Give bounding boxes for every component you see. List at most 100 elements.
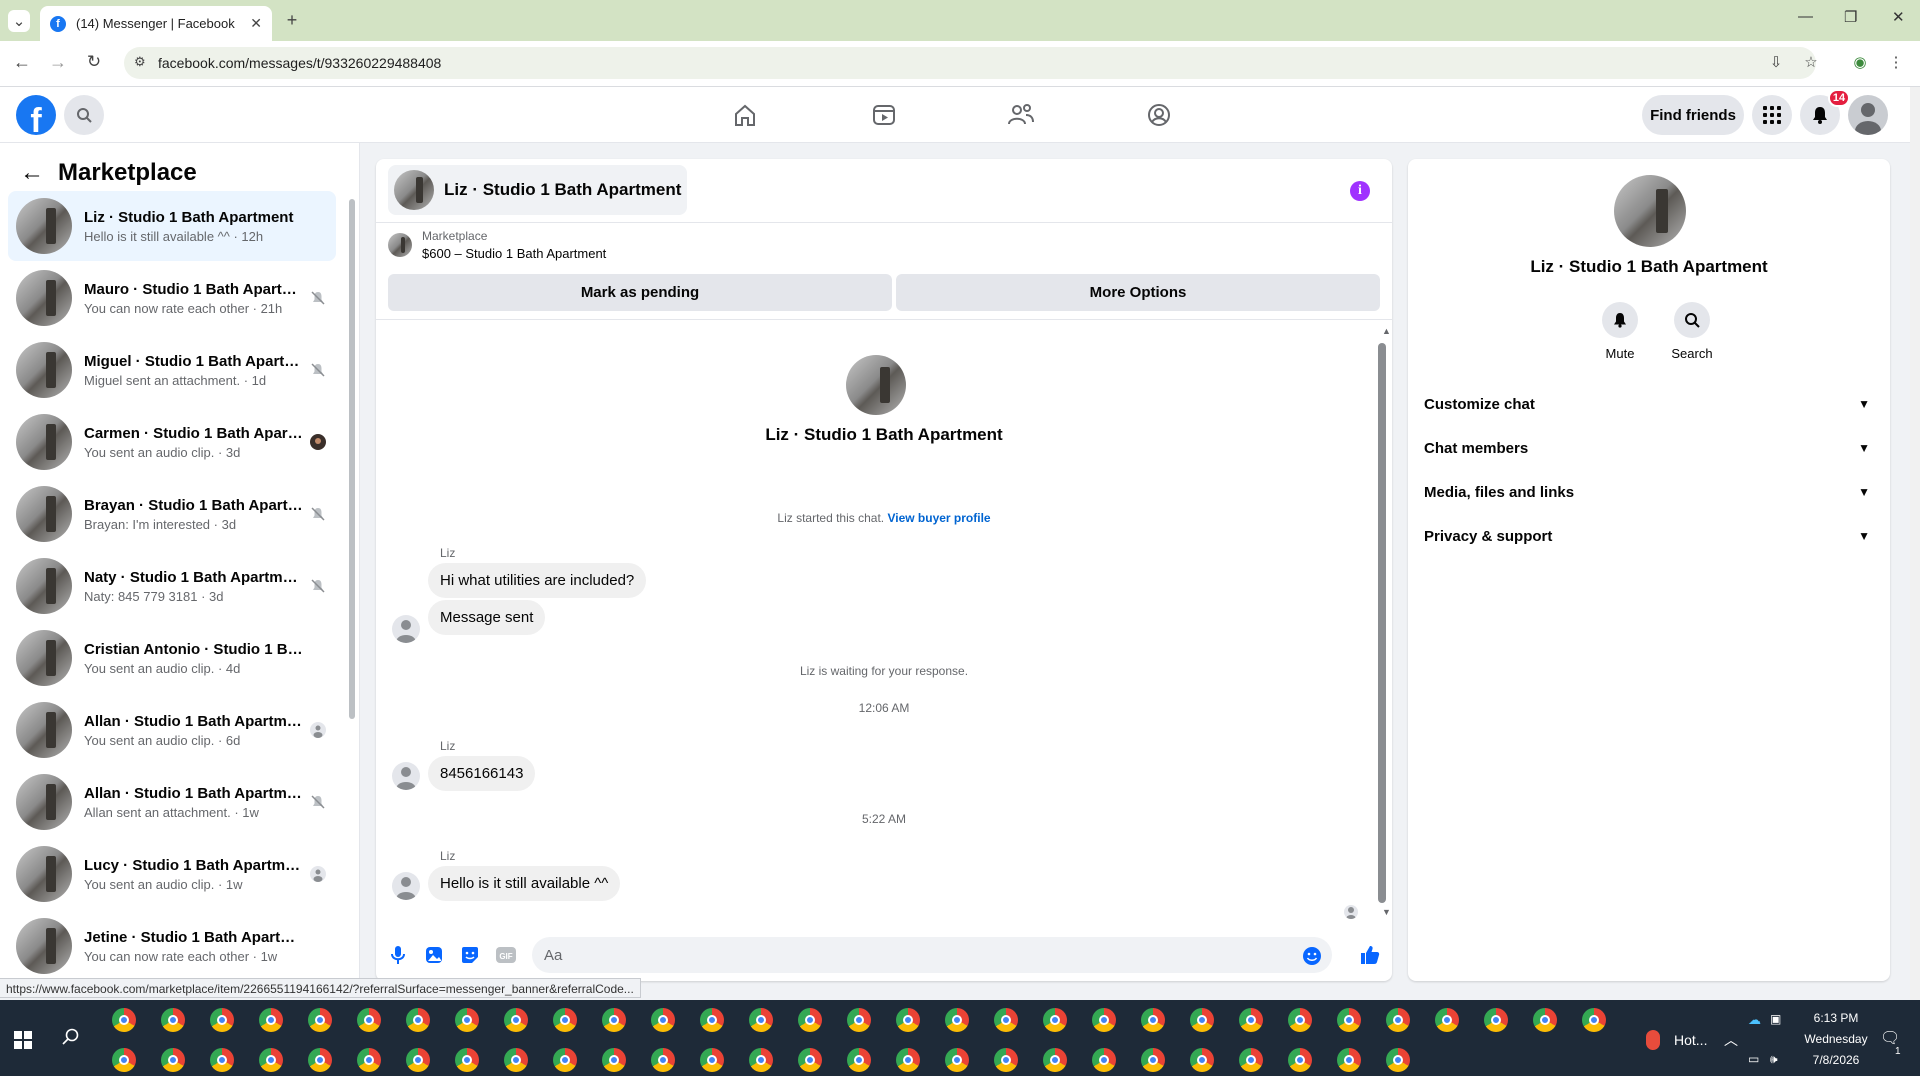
conversation-item[interactable]: Naty · Studio 1 Bath Apartment Naty: 845 … — [8, 551, 336, 621]
back-icon[interactable]: ← — [12, 52, 32, 72]
sender-avatar-icon[interactable] — [392, 615, 420, 643]
photo-icon[interactable] — [424, 945, 444, 965]
taskbar-browser-icon[interactable] — [1386, 1048, 1410, 1072]
taskbar-browser-icon[interactable] — [308, 1048, 332, 1072]
site-info-icon[interactable]: ⚙ — [134, 54, 146, 70]
taskbar-browser-icon[interactable] — [259, 1008, 283, 1032]
sidebar-scrollbar[interactable] — [349, 199, 355, 719]
scroll-up-icon[interactable]: ▲ — [1382, 326, 1391, 336]
facebook-logo[interactable]: f — [16, 95, 56, 135]
microphone-icon[interactable] — [388, 945, 408, 965]
taskbar-browser-icon[interactable] — [700, 1048, 724, 1072]
bookmark-star-icon[interactable]: ☆ — [1801, 52, 1821, 72]
taskbar-browser-icon[interactable] — [847, 1008, 871, 1032]
minimize-icon[interactable]: — — [1798, 8, 1813, 25]
more-options-button[interactable]: More Options — [896, 274, 1380, 311]
taskbar-browser-icon[interactable] — [161, 1048, 185, 1072]
listing-title[interactable]: $600 – Studio 1 Bath Apartment — [422, 246, 606, 261]
onedrive-icon[interactable]: ☁ — [1748, 1012, 1761, 1028]
clock-date[interactable]: 7/8/2026 — [1796, 1053, 1876, 1067]
message-bubble[interactable]: Hi what utilities are included? — [428, 563, 647, 598]
taskbar-browser-icon[interactable] — [112, 1008, 136, 1032]
message-bubble[interactable]: 8456166143 — [428, 756, 536, 791]
conversation-item[interactable]: Carmen · Studio 1 Bath Apart... You sent … — [8, 407, 336, 477]
close-window-icon[interactable]: ✕ — [1892, 8, 1905, 26]
conversation-item[interactable]: Allan · Studio 1 Bath Apartment Allan sen… — [8, 767, 336, 837]
friends-nav-icon[interactable] — [1005, 101, 1037, 129]
taskbar-browser-icon[interactable] — [455, 1048, 479, 1072]
taskbar-browser-icon[interactable] — [406, 1008, 430, 1032]
taskbar-browser-icon[interactable] — [1288, 1048, 1312, 1072]
taskbar-browser-icon[interactable] — [308, 1008, 332, 1032]
taskbar-browser-icon[interactable] — [406, 1048, 430, 1072]
conversation-item[interactable]: Jetine · Studio 1 Bath Apartment You can … — [8, 911, 336, 981]
sticker-icon[interactable] — [460, 945, 480, 965]
taskbar-browser-icon[interactable] — [994, 1008, 1018, 1032]
taskbar-browser-icon[interactable] — [210, 1048, 234, 1072]
fb-search-button[interactable] — [64, 95, 104, 135]
search-action[interactable]: Search — [1662, 302, 1722, 361]
taskbar-browser-icon[interactable] — [1239, 1048, 1263, 1072]
conversation-item[interactable]: Allan · Studio 1 Bath Apartment You sent … — [8, 695, 336, 765]
conversation-item[interactable]: Lucy · Studio 1 Bath Apartment You sent a… — [8, 839, 336, 909]
taskbar-browser-icon[interactable] — [1141, 1048, 1165, 1072]
taskbar-browser-icon[interactable] — [455, 1008, 479, 1032]
taskbar-browser-icon[interactable] — [1435, 1008, 1459, 1032]
taskbar-browser-icon[interactable] — [700, 1008, 724, 1032]
taskbar-browser-icon[interactable] — [1092, 1048, 1116, 1072]
clock-time[interactable]: 6:13 PM — [1796, 1011, 1876, 1025]
taskbar-browser-icon[interactable] — [602, 1048, 626, 1072]
taskbar-browser-icon[interactable] — [553, 1008, 577, 1032]
taskbar-browser-icon[interactable] — [1582, 1008, 1606, 1032]
clock-day[interactable]: Wednesday — [1796, 1032, 1876, 1046]
taskbar-browser-icon[interactable] — [896, 1008, 920, 1032]
taskbar-browser-icon[interactable] — [749, 1008, 773, 1032]
taskbar-browser-icon[interactable] — [798, 1008, 822, 1032]
page-scrollbar[interactable] — [1910, 87, 1920, 1000]
media-files-row[interactable]: Media, files and links ▼ — [1424, 470, 1874, 514]
windows-start-icon[interactable] — [14, 1031, 32, 1049]
network-icon[interactable]: ▭ — [1748, 1052, 1759, 1066]
weather-icon[interactable] — [1646, 1030, 1660, 1050]
taskbar-browser-icon[interactable] — [357, 1048, 381, 1072]
taskbar-browser-icon[interactable] — [1239, 1008, 1263, 1032]
taskbar-browser-icon[interactable] — [749, 1048, 773, 1072]
sender-avatar-icon[interactable] — [392, 872, 420, 900]
taskbar-browser-icon[interactable] — [1043, 1008, 1067, 1032]
taskbar-browser-icon[interactable] — [945, 1048, 969, 1072]
taskbar-browser-icon[interactable] — [1484, 1008, 1508, 1032]
close-tab-icon[interactable]: ✕ — [250, 15, 262, 32]
video-nav-icon[interactable] — [868, 101, 900, 129]
conversation-item[interactable]: Brayan · Studio 1 Bath Apartm... Brayan: … — [8, 479, 336, 549]
taskbar-browser-icon[interactable] — [1190, 1048, 1214, 1072]
conversation-item[interactable]: Cristian Antonio · Studio 1 Bath ... You … — [8, 623, 336, 693]
mute-action[interactable]: Mute — [1590, 302, 1650, 361]
taskbar-browser-icon[interactable] — [357, 1008, 381, 1032]
info-icon[interactable]: i — [1350, 181, 1370, 201]
taskbar-browser-icon[interactable] — [504, 1008, 528, 1032]
customize-chat-row[interactable]: Customize chat ▼ — [1424, 382, 1874, 426]
browser-tab[interactable]: f (14) Messenger | Facebook ✕ — [40, 6, 272, 41]
menu-grid-button[interactable] — [1752, 95, 1792, 135]
taskbar-browser-icon[interactable] — [651, 1048, 675, 1072]
taskbar-browser-icon[interactable] — [553, 1048, 577, 1072]
weather-text[interactable]: Hot... — [1674, 1032, 1707, 1048]
chat-title-button[interactable]: Liz · Studio 1 Bath Apartment — [388, 165, 688, 215]
taskbar-browser-icon[interactable] — [112, 1048, 136, 1072]
new-tab-icon[interactable]: + — [282, 10, 302, 30]
taskbar-browser-icon[interactable] — [1337, 1008, 1361, 1032]
scroll-down-icon[interactable]: ▼ — [1382, 907, 1391, 917]
taskbar-browser-icon[interactable] — [259, 1048, 283, 1072]
url-input[interactable]: ⚙ facebook.com/messages/t/93326022948840… — [124, 47, 1816, 79]
forward-icon[interactable]: → — [48, 52, 68, 72]
taskbar-browser-icon[interactable] — [847, 1048, 871, 1072]
taskbar-browser-icon[interactable] — [161, 1008, 185, 1032]
install-app-icon[interactable]: ⇩ — [1766, 52, 1786, 72]
browser-menu-icon[interactable]: ⋮ — [1886, 52, 1906, 72]
mark-pending-button[interactable]: Mark as pending — [388, 274, 892, 311]
tab-search-icon[interactable]: ⌄ — [8, 10, 30, 32]
home-nav-icon[interactable] — [729, 101, 761, 129]
sender-avatar-icon[interactable] — [392, 762, 420, 790]
notification-center-icon[interactable]: 🗨 — [1880, 1028, 1900, 1048]
message-bubble[interactable]: Message sent — [428, 600, 546, 635]
